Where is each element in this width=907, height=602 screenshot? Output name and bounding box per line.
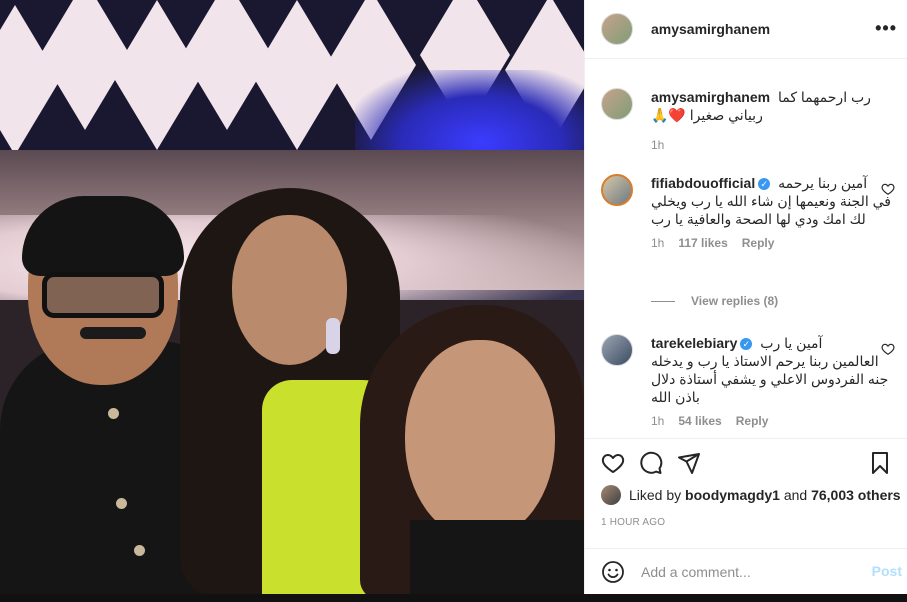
- avatar[interactable]: [601, 174, 633, 206]
- jacket-button: [108, 408, 119, 419]
- reply-button[interactable]: Reply: [736, 414, 769, 428]
- person-man-mustache: [80, 327, 146, 339]
- add-comment-bar: Post: [585, 548, 907, 594]
- person-woman-right-face: [405, 340, 555, 540]
- more-icon[interactable]: •••: [875, 18, 897, 39]
- divider: [651, 300, 675, 302]
- emoji-icon[interactable]: [601, 560, 625, 584]
- avatar[interactable]: [601, 485, 621, 505]
- jacket-button: [116, 498, 127, 509]
- liked-by-middle: and: [783, 487, 808, 503]
- comment-text-first: آمين ربنا يرحمه: [778, 175, 868, 191]
- comment-time[interactable]: 1h: [651, 414, 664, 428]
- post-header: amysamirghanem •••: [585, 0, 907, 59]
- avatar[interactable]: [601, 13, 633, 45]
- comments-list[interactable]: amysamirghanem رب ارحمهما كما ربياني صغي…: [585, 60, 907, 438]
- verified-badge-icon: ✓: [758, 178, 771, 191]
- view-replies-button[interactable]: View replies (8): [651, 294, 778, 308]
- liked-by-prefix: Liked by: [629, 487, 682, 503]
- post-button[interactable]: Post: [872, 563, 902, 579]
- heart-icon[interactable]: [601, 451, 625, 475]
- jacket-button: [134, 545, 145, 556]
- person-man-hair: [22, 196, 184, 276]
- post-timestamp[interactable]: 1 HOUR AGO: [601, 517, 665, 528]
- avatar[interactable]: [601, 334, 633, 366]
- likes-count[interactable]: 76,003 others: [811, 487, 901, 503]
- person-woman-right-body: [410, 520, 584, 594]
- person-man-glasses: [42, 272, 164, 318]
- verified-badge-icon: ✓: [740, 338, 753, 351]
- avatar[interactable]: [601, 88, 633, 120]
- comment-time[interactable]: 1h: [651, 236, 664, 250]
- person-earring: [326, 318, 340, 354]
- comment-input[interactable]: [641, 563, 851, 580]
- caption-text-first: رب ارحمهما كما: [777, 89, 871, 105]
- bottom-strip: [0, 594, 907, 602]
- post-actions: Liked by boodymagdy1 and 76,003 others 1…: [585, 438, 907, 548]
- share-icon[interactable]: [677, 451, 701, 475]
- comment-like-heart-icon[interactable]: [881, 342, 895, 356]
- comment-icon[interactable]: [639, 451, 663, 475]
- view-replies-label: View replies (8): [691, 294, 779, 308]
- comment-likes[interactable]: 117 likes: [678, 236, 727, 250]
- likes-summary: Liked by boodymagdy1 and 76,003 others: [601, 485, 901, 505]
- comment-text-rest: العالمين ربنا يرحم الاستاذ يا رب و يدخله…: [651, 353, 889, 405]
- bookmark-icon[interactable]: [868, 451, 892, 475]
- liked-by-user[interactable]: boodymagdy1: [685, 487, 780, 503]
- comment-like-heart-icon[interactable]: [881, 182, 895, 196]
- comment-likes[interactable]: 54 likes: [678, 414, 721, 428]
- comment-username[interactable]: tarekelebiary: [651, 335, 737, 351]
- comment-text-rest: في الجنة ونعيمها إن شاء الله يا رب ويخلي…: [651, 193, 891, 227]
- post-photo[interactable]: [0, 0, 584, 594]
- comment-username[interactable]: fifiabdouofficial: [651, 175, 755, 191]
- reply-button[interactable]: Reply: [742, 236, 775, 250]
- caption-text-rest: ربياني صغيرا ❤️🙏: [651, 107, 763, 123]
- post-username[interactable]: amysamirghanem: [651, 21, 770, 37]
- post-sidebar: amysamirghanem ••• amysamirghanem رب ارح…: [584, 0, 907, 594]
- caption-time[interactable]: 1h: [651, 138, 664, 152]
- caption-username[interactable]: amysamirghanem: [651, 89, 770, 105]
- comment-text-first: آمين يا رب: [760, 335, 823, 351]
